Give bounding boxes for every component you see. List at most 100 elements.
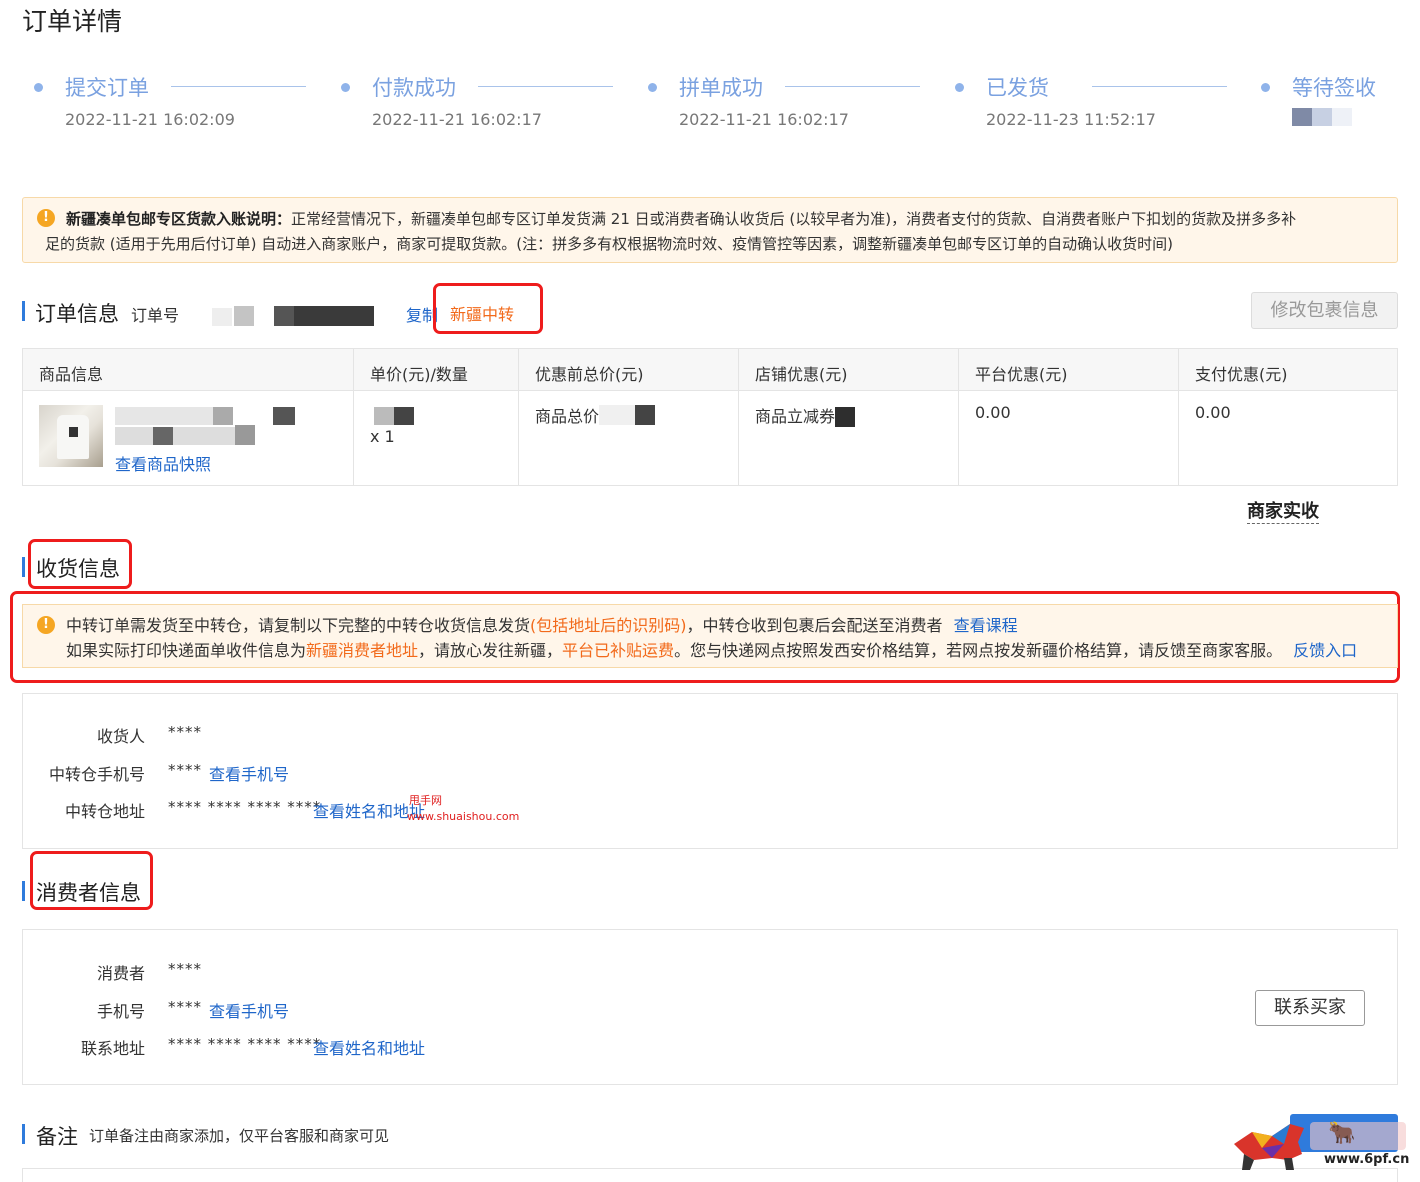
price-blurred <box>374 407 394 425</box>
col-shop-discount: 店铺优惠(元) 商品立减券 <box>738 349 958 485</box>
notice-title: 新疆凑单包邮专区货款入账说明： <box>66 210 292 228</box>
transit-address-value: **** **** **** **** <box>168 798 322 816</box>
note-text: ，请放心发往新疆， <box>418 641 563 660</box>
blur-pixel <box>394 407 414 425</box>
pay-discount-value: 0.00 <box>1195 403 1231 422</box>
step-dot <box>1261 83 1270 92</box>
consumer-phone-label: 手机号 <box>96 1002 145 1021</box>
note-text: 如果实际打印快递面单收件信息为 <box>66 641 307 660</box>
transit-note-line-1: 中转订单需发货至中转仓，请复制以下完整的中转仓收货信息发货(包括地址后的识别码)… <box>66 613 1379 638</box>
consumer-info-box: 消费者 **** 手机号 **** 查看手机号 联系地址 **** **** *… <box>22 929 1398 1085</box>
merchant-received-label: 商家实收 <box>1247 497 1319 524</box>
transit-phone-value: **** <box>168 761 202 779</box>
watermark-url: www.shuaishou.com <box>407 810 520 823</box>
view-snapshot-link[interactable]: 查看商品快照 <box>115 451 211 475</box>
product-thumbnail[interactable] <box>39 405 103 467</box>
col-product: 商品信息 查看商品快照 <box>23 349 353 485</box>
view-consumer-address-link[interactable]: 查看姓名和地址 <box>313 1035 425 1059</box>
th-pay-discount: 支付优惠(元) <box>1195 365 1288 384</box>
shipping-info-title: 收货信息 <box>36 557 120 581</box>
blur-pixel <box>153 427 173 445</box>
order-number-value-blurred <box>212 304 378 326</box>
page-title: 订单详情 <box>22 7 123 36</box>
shipping-info-box: 收货人 **** 中转仓手机号 **** 查看手机号 中转仓地址 **** **… <box>22 693 1398 849</box>
transit-note-line-2: 如果实际打印快递面单收件信息为新疆消费者地址，请放心发往新疆，平台已补贴运费。您… <box>66 638 1379 663</box>
order-info-title: 订单信息 <box>35 302 119 326</box>
blur-pixel <box>273 407 295 425</box>
th-product: 商品信息 <box>39 365 104 384</box>
receiver-label: 收货人 <box>96 727 145 746</box>
section-bar <box>22 301 25 321</box>
total-price-label: 商品总价 <box>535 407 600 426</box>
product-title-blurred <box>115 407 215 425</box>
view-phone-link[interactable]: 查看手机号 <box>209 761 289 785</box>
step-label: 付款成功 <box>372 76 456 100</box>
blur-pixel <box>115 427 235 445</box>
col-pay-discount: 支付优惠(元) 0.00 <box>1178 349 1398 485</box>
order-number-label: 订单号 <box>131 306 180 325</box>
consumer-phone-value: **** <box>168 998 202 1016</box>
transit-shipping-notice: ! 中转订单需发货至中转仓，请复制以下完整的中转仓收货信息发货(包括地址后的识别… <box>22 604 1398 668</box>
platform-discount-value: 0.00 <box>975 403 1011 422</box>
col-total: 优惠前总价(元) 商品总价 <box>518 349 738 485</box>
step-time: 2022-11-23 11:52:17 <box>986 110 1156 129</box>
note-highlight: 新疆消费者地址 <box>306 641 419 660</box>
shop-discount-label: 商品立减券 <box>755 407 836 426</box>
watermark-text: 甩手网 <box>409 794 442 807</box>
step-label: 提交订单 <box>65 76 149 100</box>
section-bar <box>22 557 25 577</box>
step-label: 拼单成功 <box>679 76 763 100</box>
blur-pixel <box>235 425 255 445</box>
warning-icon: ! <box>37 616 55 634</box>
warning-icon: ! <box>37 209 55 227</box>
blur-pixel <box>599 405 635 425</box>
feedback-link[interactable]: 反馈入口 <box>1293 641 1357 660</box>
remark-box <box>22 1168 1398 1182</box>
notice-line-1: 新疆凑单包邮专区货款入账说明：正常经营情况下，新疆凑单包邮专区订单发货满 21 … <box>66 207 1379 232</box>
notice-text-2: 足的货款 (适用于先用后付订单) 自动进入商家账户，商家可提取货款。(注：拼多多… <box>45 235 1173 253</box>
step-time: 2022-11-21 16:02:17 <box>372 110 542 129</box>
consumer-name-value: **** <box>168 960 202 978</box>
note-text: 。您与快递网点按照发西安价格结算，若网点按发新疆价格结算，请反馈至商家客服。 <box>674 641 1283 660</box>
transit-address-label: 中转仓地址 <box>64 802 145 821</box>
blur-pixel <box>213 407 233 425</box>
consumer-address-label: 联系地址 <box>80 1039 145 1058</box>
view-course-link[interactable]: 查看课程 <box>954 616 1018 635</box>
note-highlight: 平台已补贴运费 <box>562 641 675 660</box>
step-connector <box>478 86 613 87</box>
note-text: 中转订单需发货至中转仓，请复制以下完整的中转仓收货信息发货 <box>66 616 531 635</box>
contact-buyer-button[interactable]: 联系买家 <box>1255 990 1365 1026</box>
th-platform-discount: 平台优惠(元) <box>975 365 1068 384</box>
step-label: 等待签收 <box>1292 76 1376 100</box>
view-consumer-phone-link[interactable]: 查看手机号 <box>209 998 289 1022</box>
note-text: ，中转仓收到包裹后会配送至消费者 <box>686 616 943 635</box>
blur-pixel <box>635 405 655 425</box>
th-total: 优惠前总价(元) <box>535 365 644 384</box>
consumer-info-title: 消费者信息 <box>36 881 141 905</box>
th-shop-discount: 店铺优惠(元) <box>755 365 848 384</box>
step-label: 已发货 <box>986 76 1049 100</box>
logo-url: www.6pf.cn <box>1324 1152 1410 1167</box>
transit-tag: 新疆中转 <box>450 305 515 324</box>
transit-phone-label: 中转仓手机号 <box>48 765 145 784</box>
modify-package-button[interactable]: 修改包裹信息 <box>1251 292 1398 329</box>
blur-pixel <box>835 407 855 427</box>
step-dot <box>341 83 350 92</box>
notice-text-1: 正常经营情况下，新疆凑单包邮专区订单发货满 21 日或消费者确认收货后 (以较早… <box>291 210 1297 228</box>
order-items-table: 商品信息 查看商品快照 单价(元)/数量 x 1 优惠前总价(元) 商品总价 店… <box>22 348 1398 486</box>
th-price-qty: 单价(元)/数量 <box>370 365 468 384</box>
settlement-notice: ! 新疆凑单包邮专区货款入账说明：正常经营情况下，新疆凑单包邮专区订单发货满 2… <box>22 197 1398 263</box>
section-bar <box>22 881 25 901</box>
step-connector <box>1092 86 1227 87</box>
remark-title: 备注 <box>36 1125 78 1149</box>
col-price-qty: 单价(元)/数量 x 1 <box>353 349 518 485</box>
step-connector <box>785 86 920 87</box>
site-logo-watermark: 🐂 www.6pf.cn <box>1232 1114 1414 1174</box>
note-highlight: (包括地址后的识别码) <box>530 616 687 635</box>
col-platform-discount: 平台优惠(元) 0.00 <box>958 349 1178 485</box>
step-dot <box>955 83 964 92</box>
consumer-address-value: **** **** **** **** <box>168 1035 322 1053</box>
quantity: x 1 <box>370 427 395 446</box>
section-bar <box>22 1124 25 1144</box>
step-time: 2022-11-21 16:02:17 <box>679 110 849 129</box>
